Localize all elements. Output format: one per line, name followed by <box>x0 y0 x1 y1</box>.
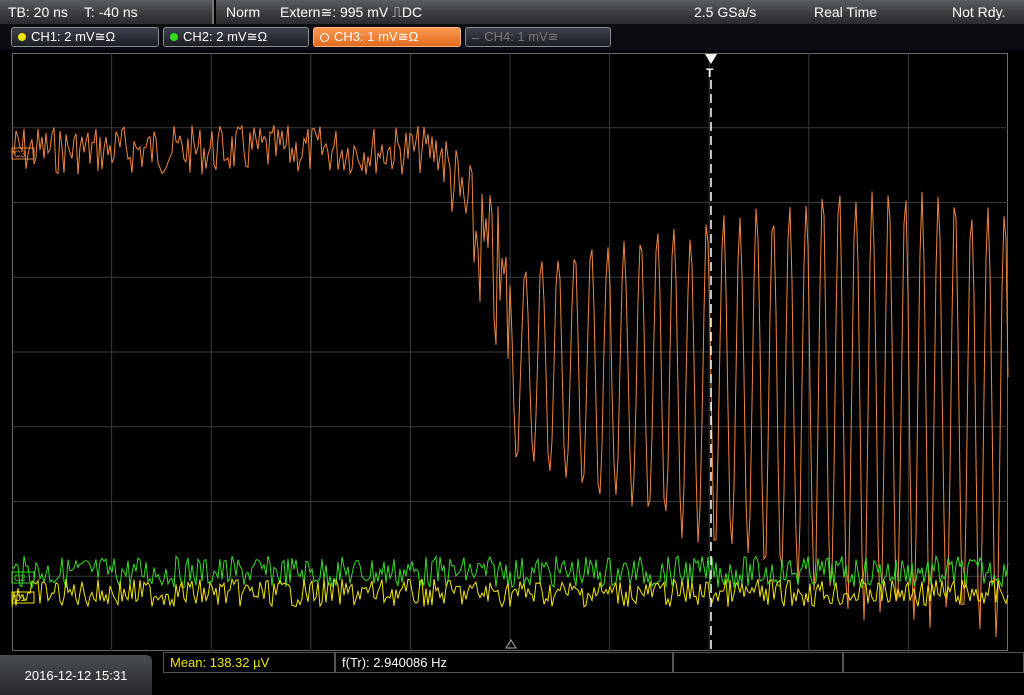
waveform-canvas: C3 C2 C1 T <box>11 53 1009 651</box>
ch1-marker-text: C1 <box>14 593 26 603</box>
graticule <box>12 53 1008 651</box>
freq-value: f(Tr): 2.940086 Hz <box>342 655 448 670</box>
measurement-slot-4[interactable] <box>843 652 1024 673</box>
measurement-mean[interactable]: Mean: 138.32 µV <box>163 652 335 673</box>
datetime-panel: 2016-12-12 15:31 <box>0 655 152 695</box>
trigger-position-icon[interactable] <box>705 54 717 64</box>
ch3-marker-text: C3 <box>14 149 26 159</box>
trigger-level-icon <box>505 639 517 649</box>
measurement-frequency[interactable]: f(Tr): 2.940086 Hz <box>335 652 673 673</box>
measurement-slot-3[interactable] <box>673 652 843 673</box>
trigger-position-label: T <box>706 66 714 80</box>
datetime-text: 2016-12-12 15:31 <box>24 667 128 683</box>
mean-value: Mean: 138.32 µV <box>170 655 270 670</box>
ch2-marker-text: C2 <box>14 573 26 583</box>
